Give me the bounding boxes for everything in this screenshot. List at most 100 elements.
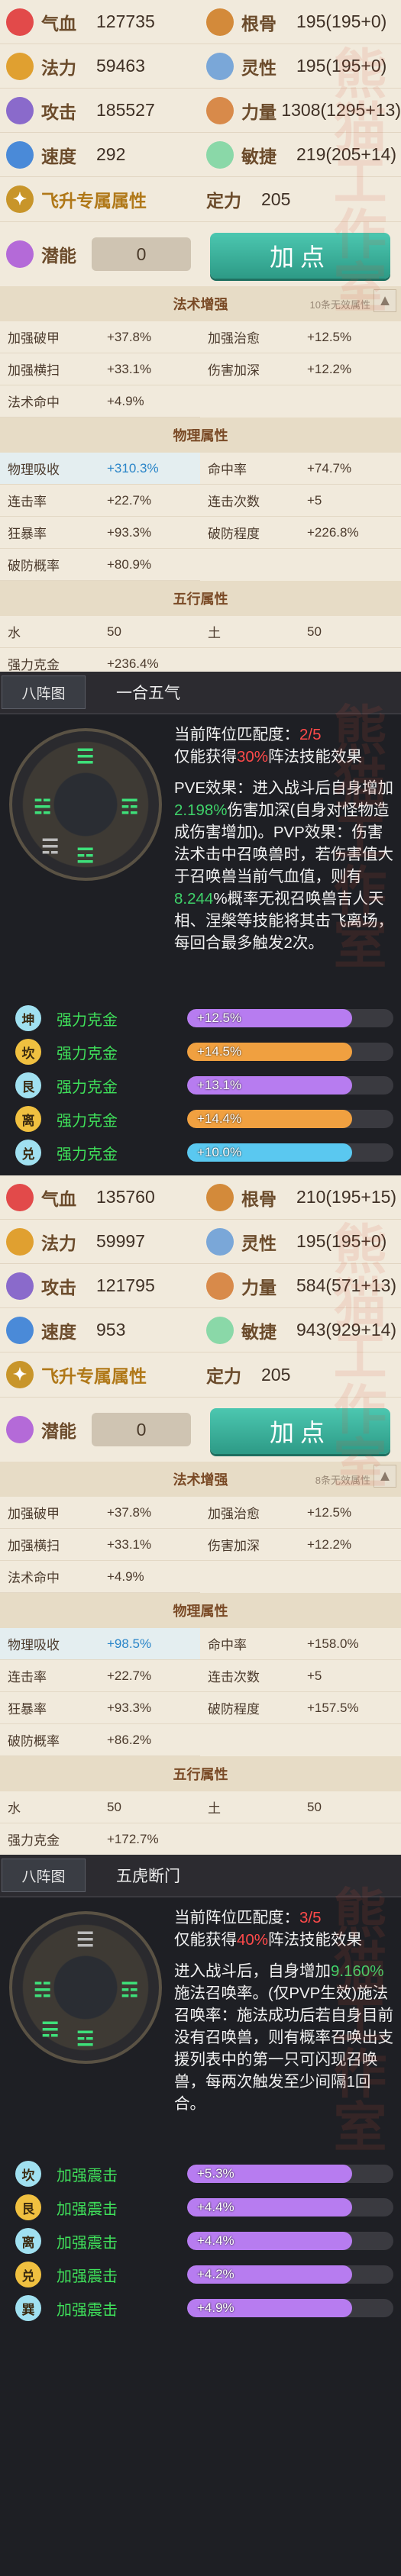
phys-section-title: 物理属性 [173, 1604, 228, 1619]
fly-row: ✦ 飞升专属属性 定力 205 [0, 177, 401, 222]
formation-panel-2: 八阵图 五虎断门 ☰ ☵ ☶ ☲ ☴ 当前阵位匹配度：3/5 仅能获得40%阵法… [0, 1855, 401, 2576]
bar-name: 加强震击 [57, 2200, 118, 2218]
desc-segment: 0% [361, 1962, 384, 1980]
five-section-title: 五行属性 [173, 592, 228, 607]
attr-label: 加强破甲 [8, 1507, 60, 1521]
stat-label: 根骨 [241, 1188, 276, 1209]
stat-row: 根骨 210(195+15) [200, 1175, 401, 1220]
match-label: 当前阵位匹配度： [174, 726, 299, 743]
bar-name: 强力克金 [57, 1112, 118, 1130]
add-point-button[interactable]: 加点 [210, 233, 390, 279]
attr-value: +5 [307, 492, 322, 508]
desc-segment: 8.244 [174, 890, 214, 908]
attr-label: 狂暴率 [8, 527, 47, 541]
formation-desc: 当前阵位匹配度：3/5 仅能获得40%阵法技能效果 进入战斗后，自身增加9.16… [174, 1907, 396, 2115]
attr-value: +80.9% [107, 556, 152, 572]
formation-bar-row: 坎强力克金 +14.5% [0, 1035, 401, 1069]
formation-tab[interactable]: 八阵图 [2, 1859, 86, 1892]
collapse-icon[interactable]: ▲ [374, 1465, 396, 1488]
bar-value: +5.3% [197, 2166, 234, 2181]
attr-row: 破防程度 +226.8% [200, 517, 401, 549]
bar-name: 加强震击 [57, 2301, 118, 2319]
desc-segment: 2.198% [174, 801, 228, 819]
fly-label: 飞升专属属性 [41, 1366, 147, 1386]
fly-label: 飞升专属属性 [41, 191, 147, 211]
attr-row: 法术命中 +4.9% [0, 385, 200, 418]
stat-value: 953 [96, 1320, 126, 1340]
formation-name: 一合五气 [116, 685, 180, 702]
attr-row: 伤害加深 +12.2% [200, 1529, 401, 1561]
potential-label: 潜能 [41, 1421, 76, 1441]
attr-value: +93.3% [107, 1700, 152, 1715]
attr-row: 狂暴率 +93.3% [0, 517, 200, 549]
attr-label: 加强破甲 [8, 331, 60, 346]
attr-value: +172.7% [107, 1831, 159, 1846]
stat-value: 135760 [96, 1187, 155, 1207]
trigram-icon: 离 [15, 2228, 41, 2254]
bar-value: +4.2% [197, 2267, 234, 2281]
add-point-button[interactable]: 加点 [210, 1408, 390, 1454]
bar-value: +10.0% [197, 1145, 242, 1159]
formation-tab[interactable]: 八阵图 [2, 675, 86, 709]
attr-label: 命中率 [208, 1638, 247, 1652]
formation-desc: 当前阵位匹配度：2/5 仅能获得30%阵法技能效果 PVE效果：进入战斗后自身增… [174, 724, 396, 954]
desc-segment: 每回合最多触发2次。 [174, 934, 324, 952]
formation-effect-text: 进入战斗后，自身增加9.160%施法召唤率。(仅PVP生效)施法召唤率：施法成功… [174, 1960, 396, 2115]
formation-wheel-icon: ☰ ☵ ☶ ☲ ☴ [9, 1911, 162, 2064]
spell-section-header: 法术增强 10条无效属性 ▲ [0, 286, 401, 321]
stat-row: 气血 135760 [0, 1175, 200, 1220]
stat-row: 力量 1308(1295+13) [200, 89, 401, 133]
stat-label: 敏捷 [241, 146, 276, 166]
attr-label: 土 [208, 626, 221, 640]
attr-value: +22.7% [107, 1668, 152, 1683]
stat-row: 灵性 195(195+0) [200, 1220, 401, 1264]
spell-section-note: 8条无效属性 [315, 1474, 370, 1486]
attr-value: +74.7% [307, 460, 352, 476]
attr-value: +5 [307, 1668, 322, 1683]
attr-row: 连击率 +22.7% [0, 485, 200, 517]
attr-row: 连击次数 +5 [200, 485, 401, 517]
attr-label: 伤害加深 [208, 1539, 260, 1553]
stat-value: 127735 [96, 11, 155, 31]
attr-label: 破防概率 [8, 559, 60, 573]
desc-segment: 伤害加深(自身 [227, 801, 327, 819]
attr-row: 破防概率 +86.2% [0, 1724, 200, 1756]
attr-row: 命中率 +158.0% [200, 1628, 401, 1660]
attr-row: 破防概率 +80.9% [0, 549, 200, 581]
attr-value: +12.2% [307, 1536, 352, 1552]
attr-row: 土 50 [200, 616, 401, 648]
bar-value: +4.4% [197, 2200, 234, 2214]
trigram-icon: 坎 [15, 1039, 41, 1065]
stat-value: 292 [96, 144, 126, 164]
stat-label: 速度 [41, 1321, 76, 1342]
attr-label: 命中率 [208, 463, 247, 477]
sword-icon [6, 1272, 34, 1300]
attr-value: +236.4% [107, 656, 159, 671]
spell-attr-grid: 加强破甲 +37.8% 加强治愈 +12.5% 加强横扫 +33.1% 伤害加深 +12.2%… [0, 321, 401, 418]
attr-label: 法术命中 [8, 1571, 60, 1585]
match-value: 2/5 [299, 726, 322, 743]
boot-icon [6, 1316, 34, 1344]
attr-label: 加强治愈 [208, 331, 260, 346]
collapse-icon[interactable]: ▲ [374, 289, 396, 312]
bar-value: +13.1% [197, 1078, 242, 1092]
formation-bar-row: 艮强力克金 +13.1% [0, 1069, 401, 1102]
bar-name: 强力克金 [57, 1078, 118, 1096]
wing-icon [206, 140, 234, 169]
fist-icon [206, 1272, 234, 1300]
attr-row: 破防程度 +157.5% [200, 1692, 401, 1724]
attr-row: 连击次数 +5 [200, 1660, 401, 1692]
attr-row: 水 50 [0, 1791, 200, 1823]
stat-label: 灵性 [241, 1233, 276, 1253]
formation-bar-row: 离强力克金 +14.4% [0, 1102, 401, 1136]
bar-name: 强力克金 [57, 1146, 118, 1163]
trigram-icon: 离 [15, 1106, 41, 1132]
trigram-icon: 兑 [15, 1140, 41, 1165]
potential-value: 0 [92, 1413, 191, 1446]
stat-label: 法力 [41, 57, 76, 78]
stat-label: 力量 [241, 102, 276, 122]
attr-value: +12.5% [307, 1504, 352, 1520]
spirit-icon [206, 1227, 234, 1256]
formation-bar-row: 兑强力克金 +10.0% [0, 1136, 401, 1169]
attr-label: 土 [208, 1801, 221, 1816]
